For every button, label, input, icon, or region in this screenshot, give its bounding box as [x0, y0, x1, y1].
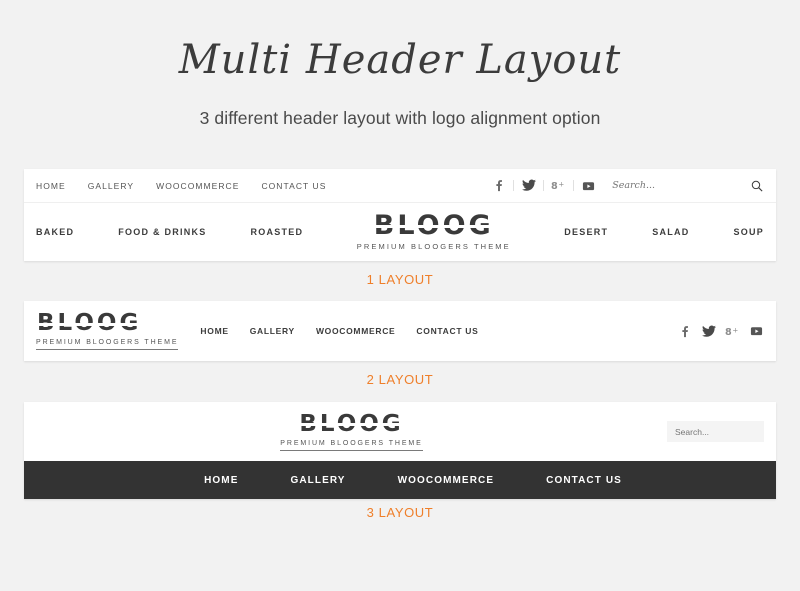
layout-1-top-menu: HOME GALLERY WOOCOMMERCE CONTACT US — [36, 181, 340, 191]
layout-1-topbar: HOME GALLERY WOOCOMMERCE CONTACT US 8 + — [24, 169, 776, 203]
layout-2-caption: 2 LAYOUT — [366, 372, 434, 387]
layout-3-logo-bar: BLOOG PREMIUM BLOOGERS THEME — [24, 402, 776, 461]
layout-2-social-links: 8 + — [677, 324, 764, 339]
nav-item-woocommerce[interactable]: WOOCOMMERCE — [156, 181, 253, 191]
nav-item-woocommerce[interactable]: WOOCOMMERCE — [398, 475, 495, 486]
page-root: Multi Header Layout 3 different header l… — [0, 0, 800, 591]
header-layout-1-card: HOME GALLERY WOOCOMMERCE CONTACT US 8+ — [24, 169, 776, 261]
layout-1-search[interactable] — [612, 180, 763, 192]
youtube-icon[interactable] — [749, 324, 764, 339]
nav-item-desert[interactable]: DESERT — [564, 227, 608, 237]
logo-wordmark: BLOOG — [36, 310, 143, 336]
search-input[interactable] — [675, 426, 757, 437]
logo-underline — [36, 349, 179, 350]
facebook-icon[interactable] — [677, 324, 692, 339]
svg-text:+: + — [559, 179, 565, 188]
nav-item-baked[interactable]: BAKED — [36, 227, 74, 237]
logo-tagline: PREMIUM BLOOGERS THEME — [36, 339, 179, 346]
svg-text:+: + — [732, 325, 738, 334]
logo[interactable]: BLOOG PREMIUM BLOOGERS THEME — [280, 410, 423, 451]
logo-wordmark: BLOOG — [298, 410, 406, 437]
layout-3-caption: 3 LAYOUT — [366, 505, 434, 520]
layout-1-left-menu: BAKED FOOD & DRINKS ROASTED — [36, 227, 303, 237]
twitter-icon[interactable] — [701, 324, 716, 339]
twitter-icon[interactable] — [521, 178, 536, 193]
nav-item-gallery[interactable]: GALLERY — [250, 326, 295, 336]
nav-item-roasted[interactable]: ROASTED — [251, 227, 304, 237]
layout-2-menu: HOME GALLERY WOOCOMMERCE CONTACT US — [200, 326, 478, 336]
search-input[interactable] — [612, 180, 746, 191]
nav-item-gallery[interactable]: GALLERY — [290, 475, 345, 486]
layout-1-social-links: 8 + — [491, 178, 596, 193]
nav-item-salad[interactable]: SALAD — [652, 227, 689, 237]
layout-3-navbar: HOME GALLERY WOOCOMMERCE CONTACT US — [24, 461, 776, 499]
logo-tagline: PREMIUM BLOOGERS THEME — [280, 439, 423, 447]
social-divider — [543, 180, 545, 191]
header-layout-2-card: BLOOG PREMIUM BLOOGERS THEME HOME GALLER… — [24, 301, 776, 361]
search-button[interactable] — [751, 180, 763, 192]
nav-item-home[interactable]: HOME — [200, 326, 228, 336]
logo-wordmark: BLOOG — [372, 210, 495, 242]
layout-2-bar: BLOOG PREMIUM BLOOGERS THEME HOME GALLER… — [24, 301, 776, 361]
svg-text:8: 8 — [725, 327, 732, 338]
layout-3-search[interactable] — [667, 421, 765, 442]
nav-item-food-drinks[interactable]: FOOD & DRINKS — [118, 227, 206, 237]
layout-1-mainbar: BAKED FOOD & DRINKS ROASTED BLOOG PREMIU… — [24, 203, 776, 260]
youtube-icon[interactable] — [581, 178, 596, 193]
logo[interactable]: BLOOG PREMIUM BLOOGERS THEME — [36, 310, 179, 350]
nav-item-home[interactable]: HOME — [36, 181, 80, 191]
google-plus-icon[interactable]: 8 + — [551, 178, 566, 193]
nav-item-contact-us[interactable]: CONTACT US — [261, 181, 340, 191]
logo-underline — [280, 449, 423, 451]
nav-item-contact-us[interactable]: CONTACT US — [546, 475, 622, 486]
nav-item-contact-us[interactable]: CONTACT US — [416, 326, 478, 336]
google-plus-icon[interactable]: 8 + — [725, 324, 740, 339]
layout-3-menu: HOME GALLERY WOOCOMMERCE CONTACT US — [178, 475, 622, 486]
nav-item-home[interactable]: HOME — [204, 475, 238, 486]
header-layout-3-card: BLOOG PREMIUM BLOOGERS THEME HOME GALLER… — [24, 402, 776, 499]
layout-1-caption: 1 LAYOUT — [366, 272, 434, 287]
nav-item-soup[interactable]: SOUP — [733, 227, 764, 237]
social-divider — [513, 180, 515, 191]
logo-tagline: PREMIUM BLOOGERS THEME — [356, 242, 511, 252]
social-divider — [573, 180, 575, 191]
nav-item-woocommerce[interactable]: WOOCOMMERCE — [316, 326, 395, 336]
facebook-icon[interactable] — [491, 178, 506, 193]
layout-1-right-menu: DESERT SALAD SOUP — [564, 227, 764, 237]
logo[interactable]: BLOOG PREMIUM BLOOGERS THEME — [357, 212, 511, 251]
page-subtitle: 3 different header layout with logo alig… — [199, 108, 601, 128]
page-title: Multi Header Layout — [178, 37, 622, 83]
search-icon — [751, 180, 763, 192]
nav-item-gallery[interactable]: GALLERY — [88, 181, 148, 191]
svg-text:8: 8 — [551, 181, 558, 192]
